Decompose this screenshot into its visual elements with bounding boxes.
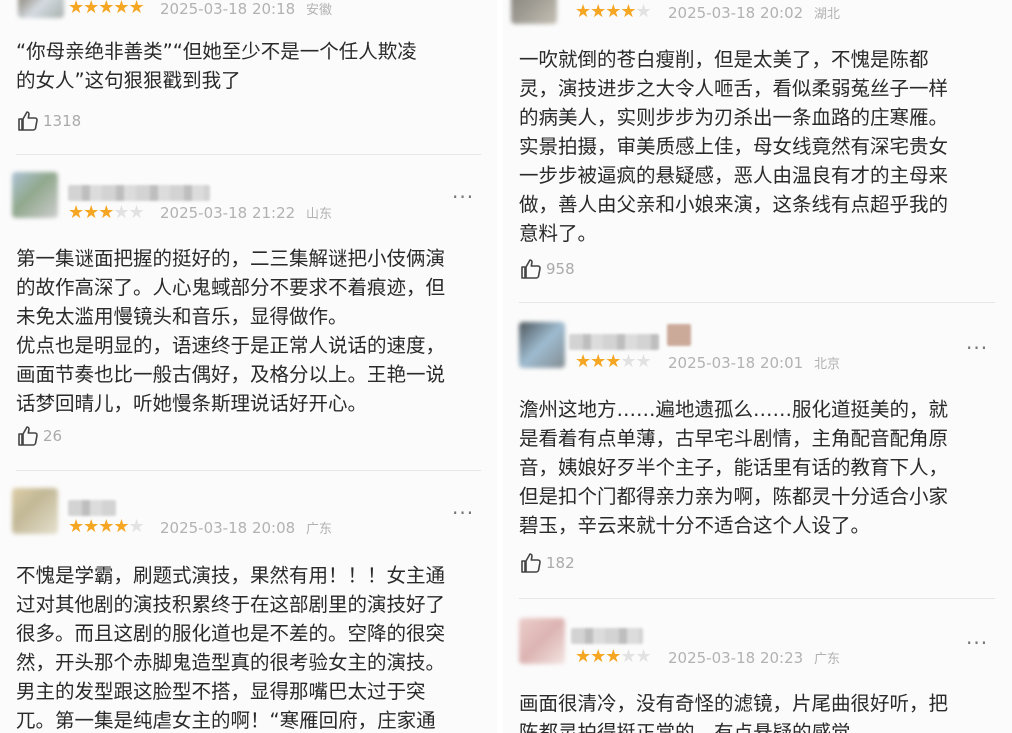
like-count: 958 [546, 260, 575, 278]
rating-stars: ★★★★★ [68, 0, 145, 18]
username[interactable] [68, 185, 210, 201]
review-time: 20:08 [251, 519, 296, 537]
review-column-left: ★★★★★ 2025-03-18 20:18 安徽 “你母亲绝非善类”“但她至少… [0, 0, 497, 733]
review-text: 画面很清冷，没有奇怪的滤镜，片尾曲很好听，把 陈都灵拍得挺正常的，有点悬疑的感觉 [519, 692, 949, 733]
rating-stars: ★★★★★ [575, 646, 652, 667]
review-date: 2025-03-18 [160, 0, 248, 18]
username-badge [667, 324, 691, 346]
like-count: 1318 [43, 112, 82, 130]
review-text: 一吹就倒的苍白瘦削，但是太美了，不愧是陈都 灵，演技进步之大令人咂舌，看似柔弱菟… [519, 48, 949, 245]
divider [519, 598, 995, 599]
more-dots-icon[interactable]: ··· [452, 503, 474, 523]
more-dots-icon[interactable]: ··· [966, 633, 988, 653]
avatar[interactable] [519, 322, 565, 368]
review-date: 2025-03-18 [160, 519, 248, 537]
divider [16, 470, 481, 471]
like-button[interactable]: 958 [519, 257, 575, 281]
rating-stars: ★★★★★ [575, 1, 652, 22]
like-button[interactable]: 182 [519, 551, 575, 575]
review-time: 20:02 [759, 4, 804, 22]
avatar[interactable] [12, 488, 58, 534]
thumbs-up-icon [521, 553, 541, 573]
review-date: 2025-03-18 [668, 4, 756, 22]
username[interactable] [571, 628, 643, 644]
review-meta: 2025-03-18 21:22 山东 [160, 204, 332, 224]
divider [519, 302, 995, 303]
rating-stars: ★★★★★ [68, 202, 145, 223]
review-location: 北京 [813, 357, 840, 372]
review-meta: 2025-03-18 20:01 北京 [668, 354, 840, 374]
review-date: 2025-03-18 [668, 649, 756, 667]
rating-stars: ★★★★★ [68, 516, 145, 537]
avatar[interactable] [18, 0, 64, 18]
like-button[interactable]: 26 [16, 424, 62, 448]
username[interactable] [68, 500, 116, 516]
review-text: 第一集谜面把握的挺好的，二三集解谜把小伎俩演 的故作高深了。人心鬼蜮部分不要求不… [16, 247, 446, 415]
thumbs-up-icon [18, 426, 38, 446]
review-location: 广东 [305, 522, 332, 537]
thumbs-up-icon [18, 111, 38, 131]
review-text: “你母亲绝非善类”“但她至少不是一个任人欺凌 的女人”这句狠狠戳到我了 [16, 40, 417, 92]
review-meta: 2025-03-18 20:08 广东 [160, 519, 332, 539]
review-meta: 2025-03-18 20:23 广东 [668, 649, 840, 669]
divider [16, 154, 481, 155]
review-meta: 2025-03-18 20:02 湖北 [668, 4, 840, 24]
review-time: 20:01 [759, 354, 804, 372]
thumbs-up-icon [521, 259, 541, 279]
review-time: 21:22 [251, 204, 296, 222]
review-column-right: ★★★★★ 2025-03-18 20:02 湖北 一吹就倒的苍白瘦削，但是太美… [503, 0, 1012, 733]
like-count: 26 [43, 427, 63, 445]
avatar[interactable] [12, 172, 58, 218]
more-dots-icon[interactable]: ··· [966, 338, 988, 358]
review-location: 山东 [305, 207, 332, 222]
avatar[interactable] [511, 0, 557, 24]
review-location: 湖北 [813, 7, 840, 22]
avatar[interactable] [519, 618, 565, 664]
review-meta: 2025-03-18 20:18 安徽 [160, 0, 332, 20]
review-text: 不愧是学霸，刷题式演技，果然有用！！！女主通 过对其他剧的演技积累终于在这部剧里… [16, 564, 446, 732]
review-text: 澹州这地方……遍地遗孤么……服化道挺美的，就 是看着有点单薄，古早宅斗剧情，主角… [519, 398, 949, 537]
rating-stars: ★★★★★ [575, 351, 652, 372]
review-location: 广东 [813, 652, 840, 667]
review-time: 20:23 [759, 649, 804, 667]
like-button[interactable]: 1318 [16, 109, 81, 133]
more-dots-icon[interactable]: ··· [452, 187, 474, 207]
like-count: 182 [546, 554, 575, 572]
review-date: 2025-03-18 [160, 204, 248, 222]
review-location: 安徽 [305, 3, 332, 18]
username[interactable] [569, 334, 659, 350]
review-time: 20:18 [251, 0, 296, 18]
review-date: 2025-03-18 [668, 354, 756, 372]
